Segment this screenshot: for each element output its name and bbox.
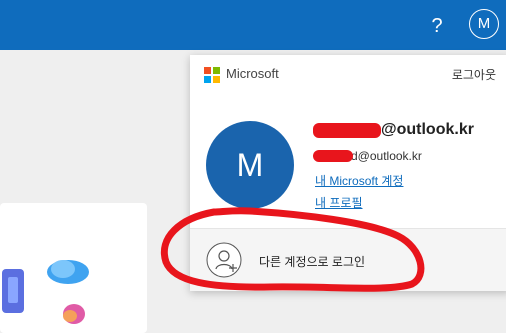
account-panel: Microsoft 로그아웃 M @outlook.kr d@outlook.k… (190, 55, 506, 291)
sign-in-other-label: 다른 계정으로 로그인 (259, 255, 366, 269)
app-header: ? M (0, 0, 506, 50)
profile-avatar[interactable]: M (206, 121, 294, 209)
sign-in-with-other-account-button[interactable]: 다른 계정으로 로그인 (190, 229, 506, 291)
background-illustration (0, 255, 118, 324)
redaction-mark (313, 123, 381, 138)
microsoft-logo-icon (204, 67, 220, 83)
brand-name: Microsoft (226, 66, 279, 81)
sign-out-button[interactable]: 로그아웃 (452, 66, 496, 83)
my-profile-link[interactable]: 내 프로필 (315, 194, 363, 211)
account-avatar-button[interactable]: M (469, 9, 499, 39)
redaction-mark (313, 150, 353, 162)
help-button[interactable]: ? (426, 13, 448, 39)
my-microsoft-account-link[interactable]: 내 Microsoft 계정 (315, 172, 403, 189)
add-person-icon (206, 242, 242, 278)
